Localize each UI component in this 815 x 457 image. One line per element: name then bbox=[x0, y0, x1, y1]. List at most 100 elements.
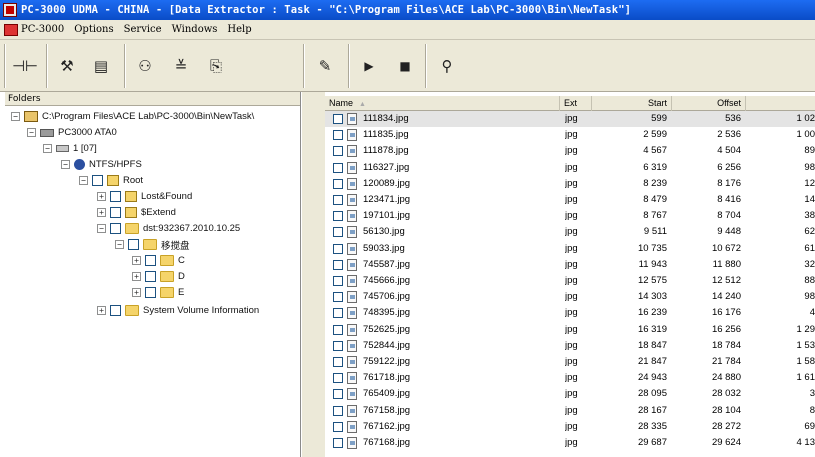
script-icon[interactable]: ▤ bbox=[88, 53, 114, 79]
row-checkbox[interactable] bbox=[333, 340, 343, 351]
expand-icon[interactable]: + bbox=[132, 256, 141, 265]
collapse-icon[interactable]: − bbox=[27, 128, 36, 137]
expand-icon[interactable]: + bbox=[132, 272, 141, 281]
row-checkbox[interactable] bbox=[333, 421, 343, 432]
expand-icon[interactable]: + bbox=[132, 288, 141, 297]
table-row[interactable]: 120089.jpg jpg 8 239 8 176 12 bbox=[325, 176, 815, 192]
tree-node-extend[interactable]: + $Extend bbox=[97, 205, 176, 220]
table-row[interactable]: 767158.jpg jpg 28 167 28 104 8 bbox=[325, 403, 815, 419]
collapse-icon[interactable]: − bbox=[61, 160, 70, 169]
row-checkbox[interactable] bbox=[333, 308, 343, 319]
row-checkbox[interactable] bbox=[333, 276, 343, 286]
task-icon[interactable]: ✎ bbox=[312, 53, 338, 79]
menu-service[interactable]: Service bbox=[119, 24, 167, 35]
table-row[interactable]: 59033.jpg jpg 10 735 10 672 61 bbox=[325, 241, 815, 257]
tree-checkbox[interactable] bbox=[110, 191, 121, 202]
column-header-ext[interactable]: Ext bbox=[560, 96, 592, 111]
walk-icon[interactable]: ⚲ bbox=[434, 53, 460, 79]
collapse-icon[interactable]: − bbox=[11, 112, 20, 121]
tree-checkbox[interactable] bbox=[145, 287, 156, 298]
row-checkbox[interactable] bbox=[333, 389, 343, 400]
table-row[interactable]: 116327.jpg jpg 6 319 6 256 98 bbox=[325, 160, 815, 176]
table-row[interactable]: 745587.jpg jpg 11 943 11 880 32 bbox=[325, 257, 815, 273]
tree-checkbox[interactable] bbox=[145, 271, 156, 282]
collapse-icon[interactable]: − bbox=[97, 224, 106, 233]
pane-splitter[interactable] bbox=[301, 92, 325, 457]
tree-node-root[interactable]: − Root bbox=[79, 173, 143, 188]
row-checkbox[interactable] bbox=[333, 162, 343, 173]
table-row[interactable]: 748395.jpg jpg 16 239 16 176 4 bbox=[325, 305, 815, 321]
table-row[interactable]: 752625.jpg jpg 16 319 16 256 1 29 bbox=[325, 322, 815, 338]
stop-icon[interactable]: ■ bbox=[392, 53, 418, 79]
table-row[interactable]: 745706.jpg jpg 14 303 14 240 98 bbox=[325, 289, 815, 305]
row-checkbox[interactable] bbox=[333, 211, 343, 222]
stack-icon[interactable]: ≚ bbox=[168, 53, 194, 79]
tree-checkbox[interactable] bbox=[128, 239, 139, 250]
collapse-icon[interactable]: − bbox=[79, 176, 88, 185]
row-checkbox[interactable] bbox=[333, 373, 343, 384]
cell-start: 12 575 bbox=[637, 275, 667, 286]
column-header-start[interactable]: Start bbox=[592, 96, 672, 111]
row-checkbox[interactable] bbox=[333, 324, 343, 335]
table-row[interactable]: 111835.jpg jpg 2 599 2 536 1 00 bbox=[325, 127, 815, 143]
table-row[interactable]: 197101.jpg jpg 8 767 8 704 38 bbox=[325, 208, 815, 224]
column-header-more[interactable] bbox=[746, 96, 815, 111]
menu-pc3000[interactable]: PC-3000 bbox=[21, 24, 69, 35]
tree-checkbox[interactable] bbox=[110, 223, 121, 234]
row-checkbox[interactable] bbox=[333, 292, 343, 303]
table-row[interactable]: 752844.jpg jpg 18 847 18 784 1 53 bbox=[325, 338, 815, 354]
row-checkbox[interactable] bbox=[333, 259, 343, 270]
tree-checkbox[interactable] bbox=[110, 207, 121, 218]
tree-node-removable[interactable]: − 移搅盘 bbox=[115, 237, 190, 252]
row-checkbox[interactable] bbox=[333, 357, 343, 367]
menu-options[interactable]: Options bbox=[69, 24, 118, 35]
pc3000-logo-icon[interactable] bbox=[4, 23, 18, 36]
collapse-icon[interactable]: − bbox=[115, 240, 124, 249]
row-checkbox[interactable] bbox=[333, 178, 343, 189]
expand-icon[interactable]: + bbox=[97, 208, 106, 217]
tree-node-partition[interactable]: − 1 [07] bbox=[43, 141, 97, 156]
tools-icon[interactable]: ⚒ bbox=[54, 53, 80, 79]
column-header-name[interactable]: Name ▲ bbox=[325, 96, 560, 111]
collapse-icon[interactable]: − bbox=[43, 144, 52, 153]
tree-node-system-volume[interactable]: + System Volume Information bbox=[97, 303, 259, 318]
row-checkbox[interactable] bbox=[333, 438, 343, 448]
expand-icon[interactable]: + bbox=[97, 192, 106, 201]
table-row[interactable]: 767162.jpg jpg 28 335 28 272 69 bbox=[325, 419, 815, 435]
row-checkbox[interactable] bbox=[333, 130, 343, 141]
binoculars-icon[interactable]: ⚇ bbox=[132, 53, 158, 79]
table-row[interactable]: 765409.jpg jpg 28 095 28 032 3 bbox=[325, 386, 815, 402]
tree-node-e[interactable]: + E bbox=[132, 285, 184, 300]
export-icon[interactable]: ⎘ bbox=[203, 53, 229, 79]
tree-node-d[interactable]: + D bbox=[132, 269, 185, 284]
tree-checkbox[interactable] bbox=[145, 255, 156, 266]
row-checkbox[interactable] bbox=[333, 243, 343, 254]
row-checkbox[interactable] bbox=[333, 114, 343, 124]
tree-checkbox[interactable] bbox=[92, 175, 103, 186]
tree-node-lostfound[interactable]: + Lost&Found bbox=[97, 189, 192, 204]
table-row[interactable]: 111878.jpg jpg 4 567 4 504 89 bbox=[325, 143, 815, 159]
connect-icon[interactable]: ⊣⊢ bbox=[12, 53, 38, 79]
row-checkbox[interactable] bbox=[333, 195, 343, 205]
table-row[interactable]: 767168.jpg jpg 29 687 29 624 4 13 bbox=[325, 435, 815, 451]
table-row[interactable]: 759122.jpg jpg 21 847 21 784 1 58 bbox=[325, 354, 815, 370]
row-checkbox[interactable] bbox=[333, 405, 343, 416]
row-checkbox[interactable] bbox=[333, 146, 343, 157]
menu-windows[interactable]: Windows bbox=[167, 24, 223, 35]
play-icon[interactable]: ▶ bbox=[356, 53, 382, 79]
table-row[interactable]: 745666.jpg jpg 12 575 12 512 88 bbox=[325, 273, 815, 289]
table-row[interactable]: 111834.jpg jpg 599 536 1 02 bbox=[325, 111, 815, 127]
column-header-offset[interactable]: Offset bbox=[672, 96, 746, 111]
menu-help[interactable]: Help bbox=[222, 24, 256, 35]
tree-node-c[interactable]: + C bbox=[132, 253, 185, 268]
table-row[interactable]: 56130.jpg jpg 9 511 9 448 62 bbox=[325, 224, 815, 240]
tree-node-filesystem[interactable]: − NTFS/HPFS bbox=[61, 157, 142, 172]
tree-node-drive[interactable]: − PC3000 ATA0 bbox=[27, 125, 117, 140]
table-row[interactable]: 761718.jpg jpg 24 943 24 880 1 61 bbox=[325, 370, 815, 386]
table-row[interactable]: 123471.jpg jpg 8 479 8 416 14 bbox=[325, 192, 815, 208]
tree-node-dst[interactable]: − dst:932367.2010.10.25 bbox=[97, 221, 240, 236]
expand-icon[interactable]: + bbox=[97, 306, 106, 315]
tree-node-task[interactable]: − C:\Program Files\ACE Lab\PC-3000\Bin\N… bbox=[11, 109, 254, 124]
row-checkbox[interactable] bbox=[333, 227, 343, 238]
tree-checkbox[interactable] bbox=[110, 305, 121, 316]
